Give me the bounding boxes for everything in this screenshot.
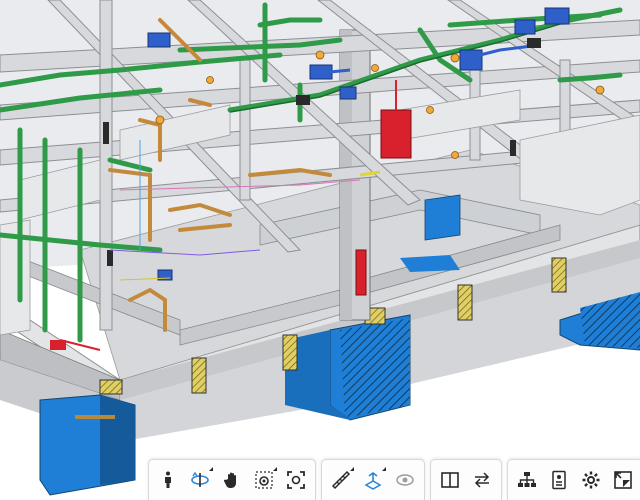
model-tree-icon [518, 471, 536, 487]
fit-to-view-button[interactable] [280, 464, 312, 496]
orbit-icon [191, 471, 209, 487]
properties-button[interactable] [543, 464, 575, 496]
camera-focus-button[interactable] [248, 464, 280, 496]
pan-hand-icon [223, 472, 236, 488]
bim-model-scene[interactable] [0, 0, 640, 500]
measure-ruler-icon [331, 470, 351, 489]
toolbar-group-compare [430, 458, 502, 500]
properties-icon [552, 470, 566, 489]
electrical-panel [380, 109, 412, 159]
flyout-indicator-icon [350, 466, 354, 471]
fit-to-view-icon [287, 470, 305, 489]
orbit-button[interactable] [184, 464, 216, 496]
measure-ruler-button[interactable] [325, 464, 357, 496]
explode-view-icon [396, 473, 414, 486]
person-walk-icon [165, 471, 171, 488]
toolbar-group-navigation [148, 458, 316, 500]
flyout-indicator-icon [209, 466, 213, 471]
model-viewport[interactable] [0, 0, 640, 500]
split-view-icon [441, 471, 459, 488]
section-box-icon [364, 471, 382, 490]
person-walk-button[interactable] [152, 464, 184, 496]
flyout-indicator-icon [273, 466, 277, 471]
pile-cap [39, 394, 136, 496]
model-tree-button[interactable] [511, 464, 543, 496]
pan-hand-button[interactable] [216, 464, 248, 496]
section-box-button[interactable] [357, 464, 389, 496]
fullscreen-button[interactable] [607, 464, 639, 496]
split-view-button[interactable] [434, 464, 466, 496]
toolbar-group-measure [321, 458, 425, 500]
fullscreen-icon [614, 470, 632, 489]
settings-gear-icon [582, 471, 600, 488]
viewer-toolbar [148, 458, 640, 500]
pile-cap [424, 194, 461, 241]
flyout-indicator-icon [382, 466, 386, 471]
swap-arrows-icon [474, 471, 490, 488]
settings-gear-button[interactable] [575, 464, 607, 496]
toolbar-group-settings [507, 458, 640, 500]
explode-view-button[interactable] [389, 464, 421, 496]
swap-arrows-button[interactable] [466, 464, 498, 496]
red-panel [355, 249, 367, 296]
camera-focus-icon [255, 470, 273, 489]
